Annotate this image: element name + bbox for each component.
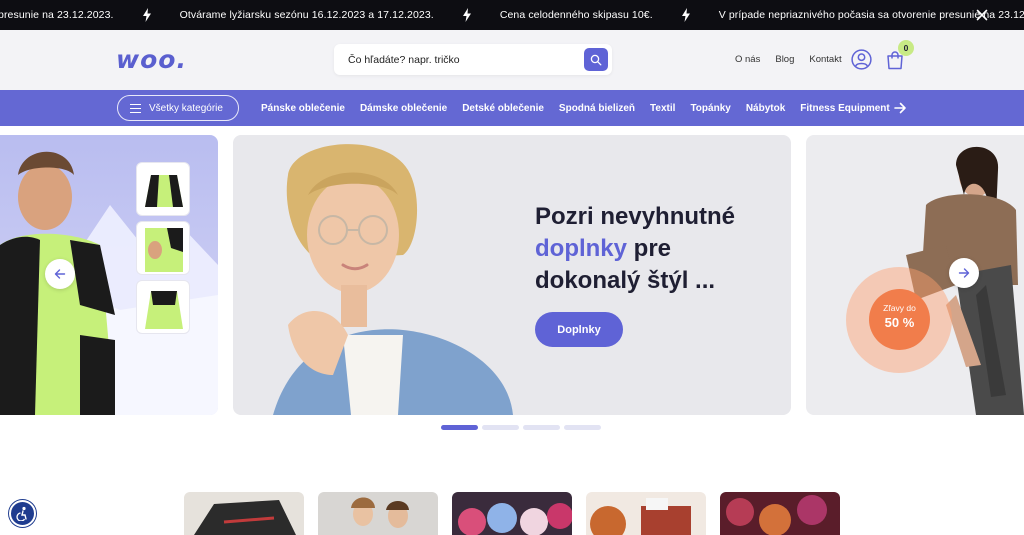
lightning-icon	[681, 8, 690, 22]
discount-badge: Zľavy do 50 %	[869, 289, 930, 350]
header-links: O nás Blog Kontakt	[735, 54, 857, 65]
link-contact[interactable]: Kontakt	[809, 54, 841, 65]
jacket-thumbnail-image	[145, 175, 183, 207]
category-link-furniture[interactable]: Nábytok	[746, 103, 785, 114]
announcement-bar: presunie na 23.12.2023. Otvárame lyžiars…	[0, 0, 1024, 30]
category-card[interactable]	[720, 492, 840, 535]
accessibility-icon	[16, 506, 27, 521]
accessories-button[interactable]: Doplnky	[535, 312, 623, 347]
hero-slide-previous[interactable]	[0, 135, 218, 415]
hero-title-line1: Pozri nevyhnutné	[535, 203, 736, 230]
announcement-ticker: presunie na 23.12.2023. Otvárame lyžiars…	[0, 0, 1024, 30]
announcement-text: Otvárame lyžiarsku sezónu 16.12.2023 a 1…	[179, 9, 434, 21]
category-card-image	[452, 492, 572, 535]
lightning-icon	[142, 8, 151, 22]
link-about[interactable]: O nás	[735, 54, 760, 65]
model-glasses-image	[273, 144, 513, 415]
link-blog[interactable]: Blog	[775, 54, 794, 65]
jacket-thumbnail-image	[145, 228, 183, 272]
site-header: woo. O nás Blog Kontakt 0	[0, 30, 1024, 90]
category-card-image	[586, 492, 706, 535]
product-thumbnail[interactable]	[136, 280, 190, 334]
all-categories-button[interactable]: Všetky kategórie	[117, 95, 239, 121]
carousel-pagination	[441, 425, 605, 430]
category-card[interactable]	[184, 492, 304, 535]
search-button[interactable]	[584, 48, 608, 71]
product-thumbnail[interactable]	[136, 221, 190, 275]
category-links: Pánske oblečenie Dámske oblečenie Detské…	[261, 90, 905, 126]
category-nav: Všetky kategórie Pánske oblečenie Dámske…	[0, 90, 1024, 126]
carousel-dot[interactable]	[564, 425, 601, 430]
cart-count-badge: 0	[898, 40, 914, 56]
carousel-next-button[interactable]	[949, 258, 979, 288]
announcement-text: Cena celodenného skipasu 10€.	[499, 9, 653, 21]
category-link-underwear[interactable]: Spodná bielizeň	[559, 103, 635, 114]
carousel-dot[interactable]	[482, 425, 519, 430]
jacket-thumbnail-image	[145, 291, 183, 329]
close-icon[interactable]	[974, 7, 990, 23]
category-link-mens[interactable]: Pánske oblečenie	[261, 103, 345, 114]
hero-title: Pozri nevyhnutné doplnky pre dokonalý št…	[535, 201, 775, 297]
category-link-textile[interactable]: Textil	[650, 103, 675, 114]
arrow-left-icon	[54, 269, 66, 279]
accessibility-button[interactable]	[9, 500, 36, 527]
search-bar	[334, 44, 612, 75]
search-icon	[590, 54, 602, 65]
category-card-image	[184, 492, 304, 535]
logo[interactable]: woo.	[116, 45, 187, 74]
category-card[interactable]	[452, 492, 572, 535]
carousel-dot[interactable]	[441, 425, 478, 430]
category-link-kids[interactable]: Detské oblečenie	[462, 103, 544, 114]
hero-slide-active: Pozri nevyhnutné doplnky pre dokonalý št…	[233, 135, 791, 415]
category-link-fitness[interactable]: Fitness Equipment	[800, 103, 889, 114]
discount-badge-label: Zľavy do	[883, 303, 916, 313]
carousel-prev-button[interactable]	[45, 259, 75, 289]
search-input[interactable]	[348, 44, 576, 75]
menu-icon	[130, 103, 141, 113]
category-link-shoes[interactable]: Topánky	[690, 103, 730, 114]
announcement-text: presunie na 23.12.2023.	[0, 9, 114, 21]
hero-title-line3: dokonalý štýl ...	[535, 267, 716, 294]
discount-badge-value: 50 %	[884, 315, 915, 330]
category-link-womens[interactable]: Dámske oblečenie	[360, 103, 447, 114]
category-card-image	[720, 492, 840, 535]
category-card[interactable]	[318, 492, 438, 535]
hero-title-accent: doplnky	[535, 235, 628, 262]
all-categories-label: Všetky kategórie	[149, 102, 223, 114]
category-card[interactable]	[586, 492, 706, 535]
hero-title-line2: pre	[627, 235, 672, 262]
category-card-image	[318, 492, 438, 535]
carousel-dot[interactable]	[523, 425, 560, 430]
lightning-icon	[462, 8, 471, 22]
arrow-right-icon	[958, 268, 970, 278]
arrow-right-icon[interactable]	[893, 101, 907, 115]
user-icon[interactable]	[851, 49, 872, 70]
product-thumbnail[interactable]	[136, 162, 190, 216]
